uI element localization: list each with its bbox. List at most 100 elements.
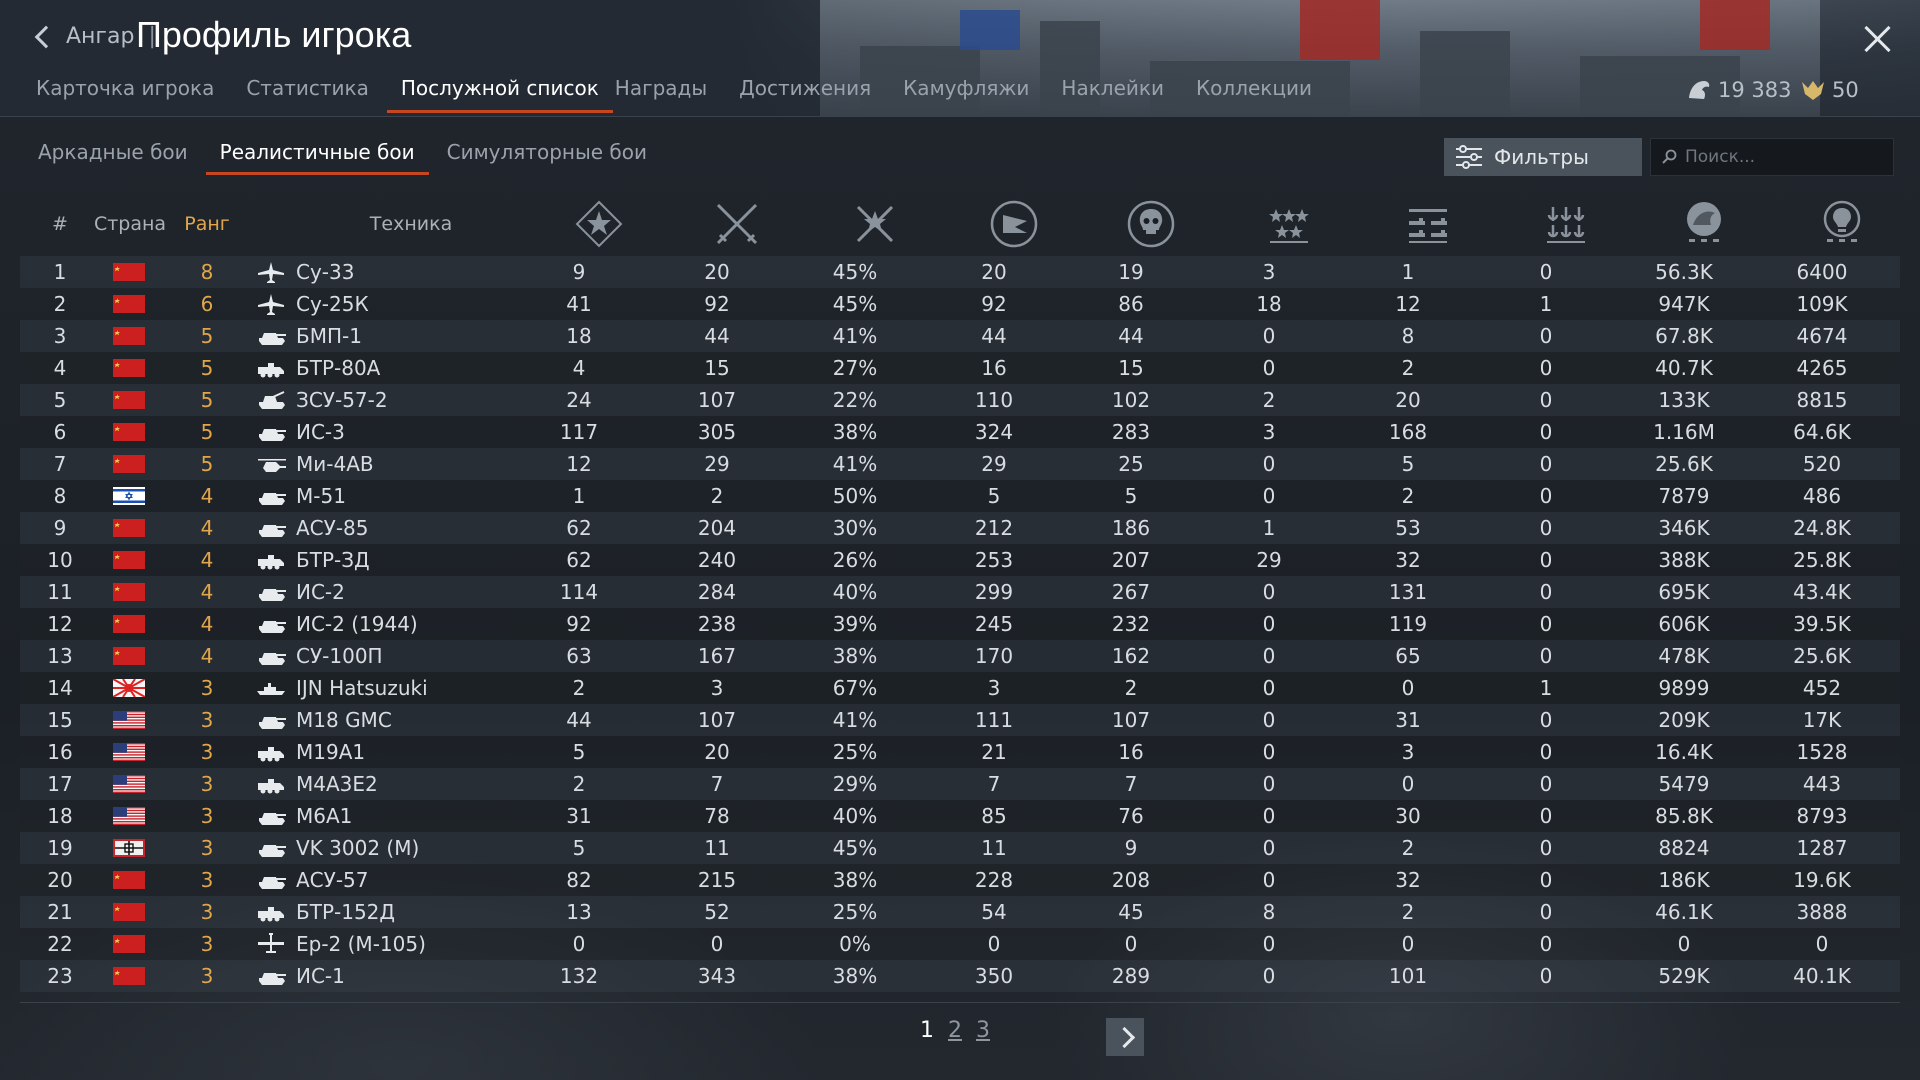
col-research-points[interactable] — [1792, 194, 1892, 254]
tab-arcade-battles[interactable]: Аркадные бои — [38, 140, 188, 175]
table-row[interactable]: 4 5 БТР-80А 4 15 27% 16 15 0 2 0 40.7K 4265 — [20, 352, 1900, 384]
table-row[interactable]: 8 4 М-51 1 2 50% 5 5 0 2 0 7879 486 — [20, 480, 1900, 512]
col-ground-kills[interactable] — [1378, 194, 1478, 254]
col-vehicle[interactable]: Техника — [336, 194, 486, 254]
table-row[interactable]: 22 3 Ер-2 (М-105) 0 0 0% 0 0 0 0 0 0 0 — [20, 928, 1900, 960]
table-row[interactable]: 3 5 БМП-1 18 44 41% 44 44 0 8 0 67.8K 4674 — [20, 320, 1900, 352]
table-row[interactable]: 14 3 IJN Hatsuzuki 2 3 67% 3 2 0 0 1 9899 452 — [20, 672, 1900, 704]
table-row[interactable]: 10 4 БТР-ЗД 62 240 26% 253 207 29 32 0 388K 25.8K — [20, 544, 1900, 576]
search-icon — [1662, 149, 1677, 164]
table-row[interactable]: 1 8 Су-33 9 20 45% 20 19 3 1 0 56.3K 6400 — [20, 256, 1900, 288]
vehicle-cell[interactable]: ИС-2 (1944) — [256, 608, 516, 640]
page-1-link[interactable]: 1 — [920, 1018, 934, 1043]
game-mode-tabs: Аркадные бои Реалистичные бои Симуляторн… — [38, 140, 679, 175]
tab-awards[interactable]: Награды — [615, 76, 723, 113]
tab-service-record[interactable]: Послужной список — [386, 76, 613, 113]
golden-eagle-icon — [1802, 81, 1824, 100]
vehicle-cell[interactable]: M4A3E2 — [256, 768, 516, 800]
page-3-link[interactable]: 3 — [976, 1018, 990, 1043]
vehicle-name: БТР-ЗД — [296, 548, 370, 572]
col-battles[interactable] — [549, 194, 649, 254]
table-row[interactable]: 9 4 АСУ-85 62 204 30% 212 186 1 53 0 346K 24.8K — [20, 512, 1900, 544]
tab-realistic-battles[interactable]: Реалистичные бои — [205, 140, 429, 175]
respawns-value: 5 — [987, 484, 1001, 508]
deaths-value: 343 — [697, 964, 737, 988]
page-2-link[interactable]: 2 — [948, 1018, 962, 1043]
vehicle-cell[interactable]: СУ-100П — [256, 640, 516, 672]
vehicle-cell[interactable]: БТР-80А — [256, 352, 516, 384]
vehicle-cell[interactable]: БТР-152Д — [256, 896, 516, 928]
next-page-button[interactable] — [1106, 1018, 1144, 1056]
profile-tabs: Карточка игрока Статистика Послужной спи… — [36, 76, 1344, 113]
vehicle-cell[interactable]: ИС-2 — [256, 576, 516, 608]
table-row[interactable]: 6 5 ИС-3 117 305 38% 324 283 3 168 0 1.16M 64.6K — [20, 416, 1900, 448]
vehicle-cell[interactable]: М-51 — [256, 480, 516, 512]
research-points-value: 486 — [1802, 484, 1842, 508]
table-row[interactable]: 12 4 ИС-2 (1944) 92 238 39% 245 232 0 119 0 606K 39.… — [20, 608, 1900, 640]
vehicle-cell[interactable]: Су-25К — [256, 288, 516, 320]
vehicle-cell[interactable]: M6A1 — [256, 800, 516, 832]
filters-button[interactable]: Фильтры — [1444, 138, 1642, 176]
tab-decals[interactable]: Наклейки — [1061, 76, 1180, 113]
table-row[interactable]: 11 4 ИС-2 114 284 40% 299 267 0 131 0 695K 43.4K — [20, 576, 1900, 608]
vehicle-cell[interactable]: АСУ-57 — [256, 864, 516, 896]
vehicle-name: ИС-3 — [296, 420, 345, 444]
vehicle-cell[interactable]: M18 GMC — [256, 704, 516, 736]
col-silver-lions[interactable] — [1654, 194, 1754, 254]
table-row[interactable]: 15 3 M18 GMC 44 107 41% 111 107 0 31 0 209K 17K — [20, 704, 1900, 736]
vehicle-cell[interactable]: M19A1 — [256, 736, 516, 768]
ground-kills-value: 53 — [1395, 516, 1421, 540]
research-points-value: 24.8K — [1793, 516, 1851, 540]
table-row[interactable]: 19 3 VK 3002 (M) 5 11 45% 11 9 0 2 0 8824 1287 — [20, 832, 1900, 864]
tab-player-card[interactable]: Карточка игрока — [36, 76, 230, 113]
col-air-kills[interactable] — [1239, 194, 1339, 254]
col-deaths[interactable] — [687, 194, 787, 254]
table-row[interactable]: 20 3 АСУ-57 82 215 38% 228 208 0 32 0 186K 19.6K — [20, 864, 1900, 896]
row-number: 7 — [53, 452, 67, 476]
header: Ангар | Профиль игрока Карточка игрока С… — [0, 0, 1920, 117]
deaths-value: 0 — [710, 932, 724, 956]
kills-value: 267 — [1111, 580, 1151, 604]
vehicle-cell[interactable]: Су-33 — [256, 256, 516, 288]
vehicle-cell[interactable]: Ми-4АВ — [256, 448, 516, 480]
tab-simulator-battles[interactable]: Симуляторные бои — [447, 140, 647, 175]
deaths-value: 15 — [704, 356, 730, 380]
col-rank[interactable]: Ранг — [170, 194, 244, 254]
vehicle-cell[interactable]: Ер-2 (М-105) — [256, 928, 516, 960]
col-respawns[interactable] — [964, 194, 1064, 254]
tab-achievements[interactable]: Достижения — [739, 76, 887, 113]
country-flag — [113, 704, 147, 736]
table-row[interactable]: 5 5 ЗСУ-57-2 24 107 22% 110 102 2 20 0 133K 8815 — [20, 384, 1900, 416]
vehicle-cell[interactable]: БМП-1 — [256, 320, 516, 352]
flag-ussr-icon — [113, 871, 145, 889]
respawns-value: 20 — [981, 260, 1007, 284]
search-input[interactable] — [1683, 146, 1887, 168]
tab-camouflages[interactable]: Камуфляжи — [903, 76, 1045, 113]
table-row[interactable]: 23 3 ИС-1 132 343 38% 350 289 0 101 0 529K 40.1K — [20, 960, 1900, 992]
win-ratio-value: 45% — [832, 836, 878, 860]
tab-collections[interactable]: Коллекции — [1196, 76, 1328, 113]
col-country[interactable]: Страна — [90, 194, 170, 254]
vehicle-cell[interactable]: ИС-3 — [256, 416, 516, 448]
table-row[interactable]: 2 6 Су-25К 41 92 45% 92 86 18 12 1 947K 109K — [20, 288, 1900, 320]
vehicle-cell[interactable]: ИС-1 — [256, 960, 516, 992]
table-row[interactable]: 18 3 M6A1 31 78 40% 85 76 0 30 0 85.8K 8793 — [20, 800, 1900, 832]
vehicle-cell[interactable]: IJN Hatsuzuki — [256, 672, 516, 704]
col-num[interactable]: # — [30, 194, 90, 254]
vehicle-cell[interactable]: VK 3002 (M) — [256, 832, 516, 864]
silver-lions-value: 0 — [1677, 932, 1691, 956]
table-row[interactable]: 17 3 M4A3E2 2 7 29% 7 7 0 0 0 5479 443 — [20, 768, 1900, 800]
vehicle-cell[interactable]: АСУ-85 — [256, 512, 516, 544]
table-row[interactable]: 7 5 Ми-4АВ 12 29 41% 29 25 0 5 0 25.6K 520 — [20, 448, 1900, 480]
tab-statistics[interactable]: Статистика — [246, 76, 385, 113]
vehicle-cell[interactable]: ЗСУ-57-2 — [256, 384, 516, 416]
table-row[interactable]: 21 3 БТР-152Д 13 52 25% 54 45 8 2 0 46.1K 3888 — [20, 896, 1900, 928]
col-naval-kills[interactable] — [1516, 194, 1616, 254]
table-row[interactable]: 16 3 M19A1 5 20 25% 21 16 0 3 0 16.4K 1528 — [20, 736, 1900, 768]
deaths-value: 215 — [697, 868, 737, 892]
close-button[interactable] — [1862, 24, 1892, 54]
vehicle-cell[interactable]: БТР-ЗД — [256, 544, 516, 576]
table-row[interactable]: 13 4 СУ-100П 63 167 38% 170 162 0 65 0 478K 25.6K — [20, 640, 1900, 672]
col-win-ratio[interactable] — [825, 194, 925, 254]
col-kills[interactable] — [1101, 194, 1201, 254]
